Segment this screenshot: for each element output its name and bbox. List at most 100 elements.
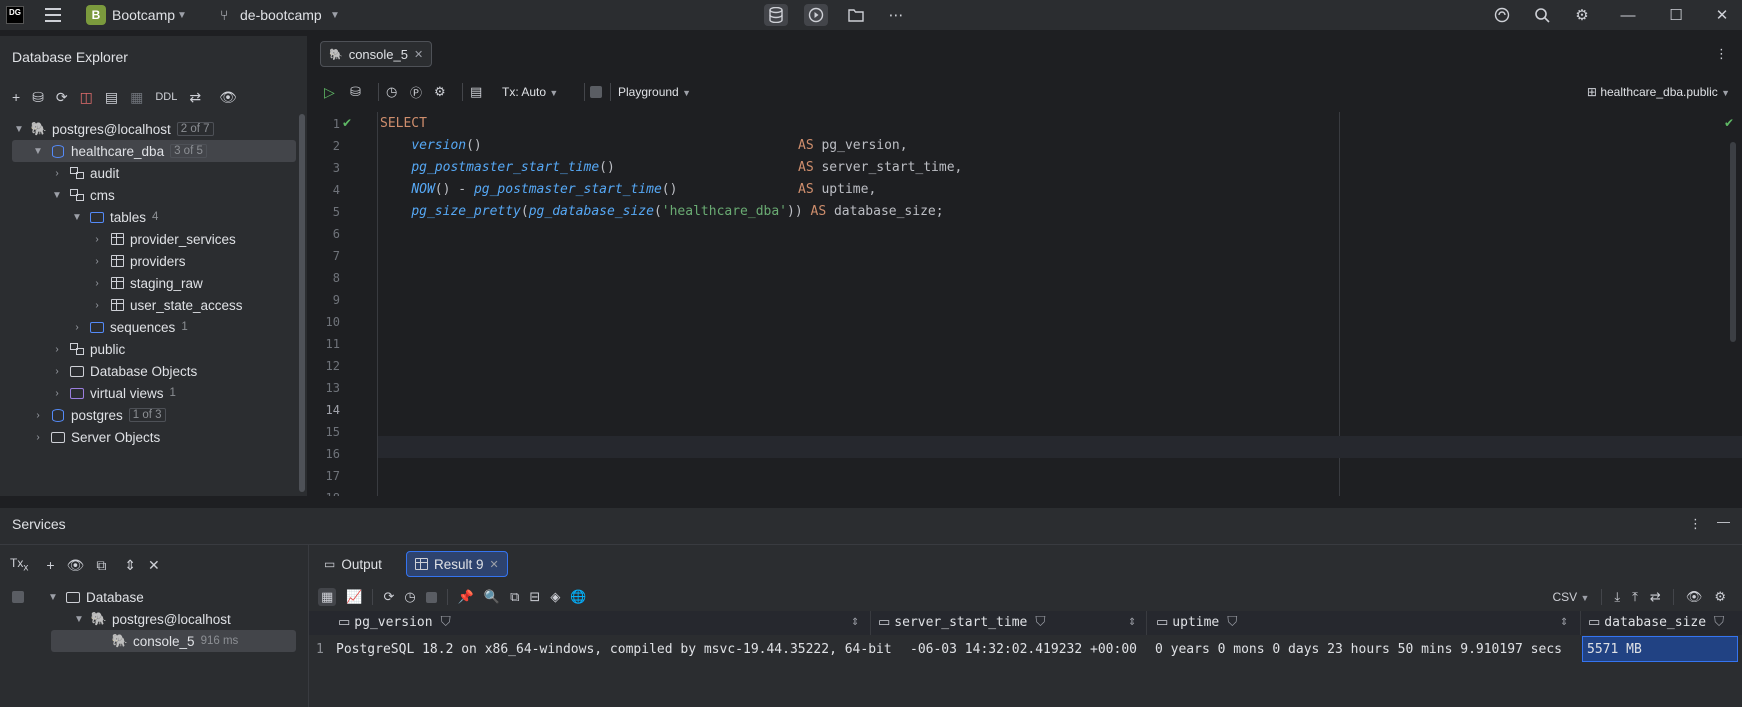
ddl-button[interactable]: DDL bbox=[155, 91, 177, 103]
chevron-right-icon[interactable]: › bbox=[50, 388, 64, 399]
search-icon[interactable] bbox=[1530, 4, 1554, 26]
chevron-down-icon[interactable]: ▼ bbox=[72, 614, 86, 625]
sort-icon[interactable]: ⇕ bbox=[1128, 617, 1136, 628]
chevron-right-icon[interactable]: › bbox=[31, 410, 45, 421]
services-more-icon[interactable]: ⋮ bbox=[1689, 516, 1702, 532]
tree-node-user-state-access[interactable]: › user_state_access bbox=[90, 294, 242, 316]
jump-to-console-icon[interactable]: ▤ bbox=[105, 89, 118, 106]
minimize-icon[interactable]: — bbox=[1616, 4, 1640, 26]
chevron-down-icon[interactable]: ▼ bbox=[12, 124, 26, 135]
history-icon[interactable]: ◷ bbox=[386, 84, 397, 100]
chart-view-icon[interactable]: 📈 bbox=[346, 589, 362, 605]
tab-console-5[interactable]: 🐘 console_5 ✕ bbox=[320, 41, 433, 67]
filter-icon[interactable]: ⛉ bbox=[1227, 614, 1237, 630]
editor-scrollbar[interactable] bbox=[1730, 142, 1736, 342]
tree-node-staging-raw[interactable]: › staging_raw bbox=[90, 272, 202, 294]
maximize-icon[interactable]: ☐ bbox=[1664, 4, 1688, 26]
run-services-icon[interactable] bbox=[804, 4, 828, 26]
chevron-right-icon[interactable]: › bbox=[50, 366, 64, 377]
add-service-icon[interactable]: + bbox=[46, 557, 54, 573]
tree-node-public[interactable]: › public bbox=[50, 338, 125, 360]
stop-icon[interactable] bbox=[12, 591, 24, 603]
column-header-uptime[interactable]: ▭ uptime ⛉ bbox=[1156, 611, 1237, 633]
tree-node-postgres[interactable]: › postgres 1 of 3 bbox=[31, 404, 166, 426]
project-name[interactable]: Bootcamp bbox=[112, 7, 175, 23]
clear-icon[interactable]: ◈ bbox=[550, 589, 560, 605]
tree-node-server-objects[interactable]: › Server Objects bbox=[31, 426, 160, 448]
close-window-icon[interactable]: ✕ bbox=[1710, 4, 1734, 26]
ai-assistant-icon[interactable] bbox=[1490, 4, 1514, 26]
settings-gear-icon[interactable]: ⚙ bbox=[434, 84, 446, 100]
output-panel-icon[interactable]: ▤ bbox=[470, 84, 482, 100]
explain-plan-icon[interactable]: ⛁ bbox=[350, 84, 361, 100]
explorer-scrollbar[interactable] bbox=[299, 114, 305, 492]
pin-tab-icon[interactable]: 📌 bbox=[458, 589, 474, 605]
edit-query-icon[interactable]: ⊟ bbox=[529, 589, 540, 605]
table-view-icon[interactable]: ▦ bbox=[130, 89, 143, 106]
transaction-mode-dropdown[interactable]: Tx: Auto ▼ bbox=[502, 85, 558, 99]
view-eye-icon[interactable]: 👁 bbox=[1686, 589, 1703, 605]
more-icon[interactable]: ⋯ bbox=[884, 4, 908, 26]
chevron-right-icon[interactable]: › bbox=[50, 344, 64, 355]
cell-database-size[interactable]: 5571 MB bbox=[1582, 636, 1738, 662]
sort-icon[interactable]: ⇕ bbox=[1560, 617, 1568, 628]
parameters-icon[interactable]: Ⓟ bbox=[410, 84, 422, 101]
main-menu-button[interactable] bbox=[42, 4, 64, 26]
chevron-down-icon[interactable]: ▼ bbox=[31, 146, 45, 157]
chevron-right-icon[interactable]: › bbox=[90, 234, 104, 245]
upload-icon[interactable]: ⤒ bbox=[1632, 589, 1638, 605]
disconnect-icon[interactable]: ◫ bbox=[80, 89, 93, 106]
tree-node-virtual-views[interactable]: › virtual views 1 bbox=[50, 382, 176, 404]
editor-more-icon[interactable]: ⋮ bbox=[1715, 46, 1728, 62]
stop-icon[interactable] bbox=[425, 591, 437, 603]
globe-icon[interactable]: 🌐 bbox=[570, 589, 586, 605]
branch-name[interactable]: de-bootcamp bbox=[240, 7, 322, 23]
new-group-icon[interactable]: ⧉ bbox=[96, 557, 106, 574]
tree-node-providers[interactable]: › providers bbox=[90, 250, 185, 272]
chevron-right-icon[interactable]: › bbox=[90, 278, 104, 289]
add-icon[interactable]: + bbox=[12, 89, 20, 105]
filter-icon[interactable]: ⛉ bbox=[1714, 614, 1724, 630]
filter-icon[interactable]: ⛉ bbox=[1035, 614, 1045, 630]
tree-node-provider-services[interactable]: › provider_services bbox=[90, 228, 235, 250]
chevron-right-icon[interactable]: › bbox=[70, 322, 84, 333]
tree-node-tables[interactable]: ▼ tables 4 bbox=[70, 206, 158, 228]
transpose-icon[interactable]: ⇄ bbox=[1650, 589, 1661, 605]
collapse-all-icon[interactable]: ✕ bbox=[148, 557, 160, 574]
compare-icon[interactable]: ⧉ bbox=[510, 589, 519, 605]
expand-all-icon[interactable]: ⇕ bbox=[124, 557, 136, 574]
compare-icon[interactable]: ⇄ bbox=[189, 89, 201, 106]
tree-node-console-5[interactable]: 🐘 console_5 916 ms bbox=[51, 630, 296, 652]
cell-uptime[interactable]: 0 years 0 mons 0 days 23 hours 50 mins 9… bbox=[1155, 636, 1573, 662]
column-header-database-size[interactable]: ▭ database_size ⛉ bbox=[1588, 611, 1724, 633]
chevron-down-icon[interactable]: ▼ bbox=[50, 190, 64, 201]
search-icon[interactable]: 🔍 bbox=[484, 589, 500, 605]
refresh-icon[interactable]: ⟳ bbox=[56, 89, 68, 106]
settings-gear-icon[interactable]: ⚙ bbox=[1714, 589, 1726, 605]
code-editor[interactable]: ✔ ✔ 123456789101112131415161718 SELECT v… bbox=[314, 112, 1742, 496]
tab-output[interactable]: ▭ Output bbox=[316, 551, 390, 577]
chevron-down-icon[interactable]: ▼ bbox=[46, 592, 60, 603]
tree-node-database[interactable]: ▼ Database bbox=[12, 586, 144, 608]
history-icon[interactable]: ◷ bbox=[404, 589, 415, 605]
branch-chevron-down-icon[interactable]: ▼ bbox=[330, 10, 340, 21]
project-chevron-down-icon[interactable]: ▼ bbox=[177, 10, 187, 21]
column-header-pg-version[interactable]: ▭ pg_version ⛉ bbox=[338, 611, 451, 633]
view-eye-icon[interactable]: 👁 bbox=[67, 557, 85, 574]
tree-node-sequences[interactable]: › sequences 1 bbox=[70, 316, 187, 338]
chevron-right-icon[interactable]: › bbox=[90, 256, 104, 267]
settings-gear-icon[interactable]: ⚙ bbox=[1570, 4, 1594, 26]
download-icon[interactable]: ⤓ bbox=[1614, 589, 1620, 605]
sort-icon[interactable]: ⇕ bbox=[851, 617, 859, 628]
tree-node-audit[interactable]: › audit bbox=[50, 162, 119, 184]
cell-pg-version[interactable]: PostgreSQL 18.2 on x86_64-windows, compi… bbox=[336, 636, 908, 662]
refresh-icon[interactable]: ⟳ bbox=[383, 589, 394, 605]
execute-icon[interactable]: ▷ bbox=[324, 84, 335, 101]
folder-icon[interactable] bbox=[844, 4, 868, 26]
tab-result-9[interactable]: Result 9 ✕ bbox=[406, 551, 508, 577]
schema-selector[interactable]: ⊞ healthcare_dba.public ▼ bbox=[1587, 85, 1730, 99]
data-source-properties-icon[interactable]: ⛁ bbox=[32, 89, 44, 106]
playground-dropdown[interactable]: Playground ▼ bbox=[618, 85, 691, 99]
project-badge[interactable]: B bbox=[86, 5, 106, 25]
transaction-button[interactable]: Txx bbox=[10, 556, 28, 573]
